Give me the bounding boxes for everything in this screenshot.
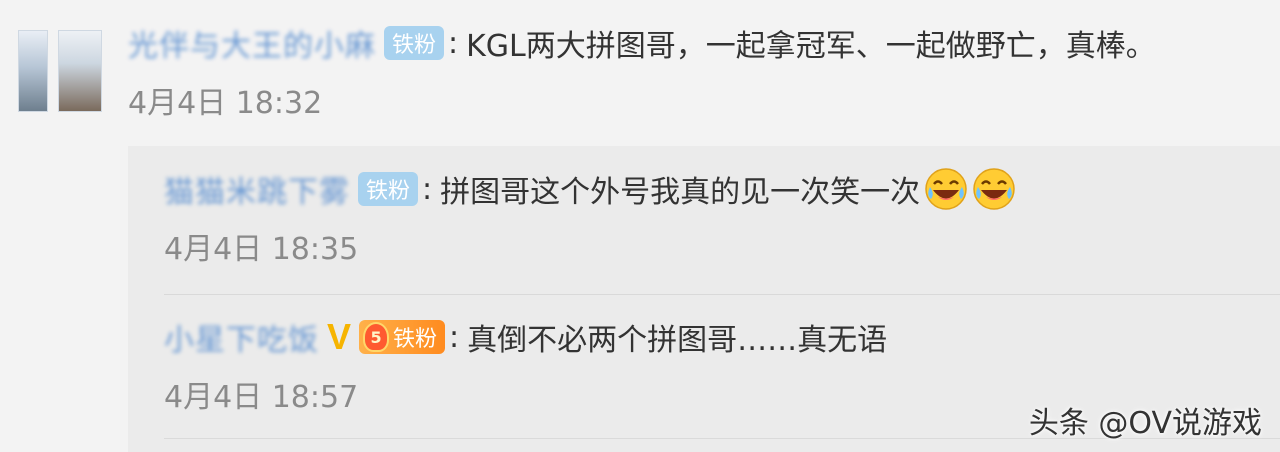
avatar-image[interactable] [58,30,102,112]
reply-text: 拼图哥这个外号我真的见一次笑一次 [440,175,921,210]
comment-line: 光伴与大王的小麻 铁粉 : KGL两大拼图哥，一起拿冠军、一起做野亡，真棒。 [128,18,1258,68]
username[interactable]: 猫猫米跳下雾 [164,167,350,211]
reply-divider [164,294,1280,295]
reply-line: 猫猫米跳下雾 铁粉 : 拼图哥这个外号我真的见一次笑一次 [164,164,1280,214]
colon: : [422,171,433,207]
fan-badge[interactable]: 铁粉 [358,172,419,206]
comment-timestamp: 4月4日 18:32 [128,86,323,121]
reply-timestamp: 4月4日 18:35 [164,232,359,267]
verified-v-icon: V [327,316,352,357]
username[interactable]: 小星下吃饭 [164,315,319,359]
watermark: 头条 @OV说游戏 [1028,406,1262,441]
avatar-image[interactable] [18,30,48,112]
reply-item: 猫猫米跳下雾 铁粉 : 拼图哥这个外号我真的见一次笑一次 4月4日 18:35 [164,164,1280,268]
laugh-cry-emoji [925,168,967,210]
colon: : [449,319,460,355]
laugh-cry-emoji [973,168,1015,210]
reply-text: 真倒不必两个拼图哥……真无语 [467,323,888,358]
comment-thread: 光伴与大王的小麻 铁粉 : KGL两大拼图哥，一起拿冠军、一起做野亡，真棒。 4… [0,0,1280,452]
fan-badge-label: 铁粉 [393,327,438,352]
comment-text: KGL两大拼图哥，一起拿冠军、一起做野亡，真棒。 [466,29,1156,64]
reply-line: 小星下吃饭 V 5 铁粉 : 真倒不必两个拼图哥……真无语 [164,312,1280,362]
colon: : [448,25,459,61]
fan-badge[interactable]: 铁粉 [384,26,445,60]
fan-level-icon: 5 [363,322,390,352]
top-comment: 光伴与大王的小麻 铁粉 : KGL两大拼图哥，一起拿冠军、一起做野亡，真棒。 4… [128,18,1258,122]
fan-badge[interactable]: 5 铁粉 [359,320,446,354]
username[interactable]: 光伴与大王的小麻 [128,21,376,65]
